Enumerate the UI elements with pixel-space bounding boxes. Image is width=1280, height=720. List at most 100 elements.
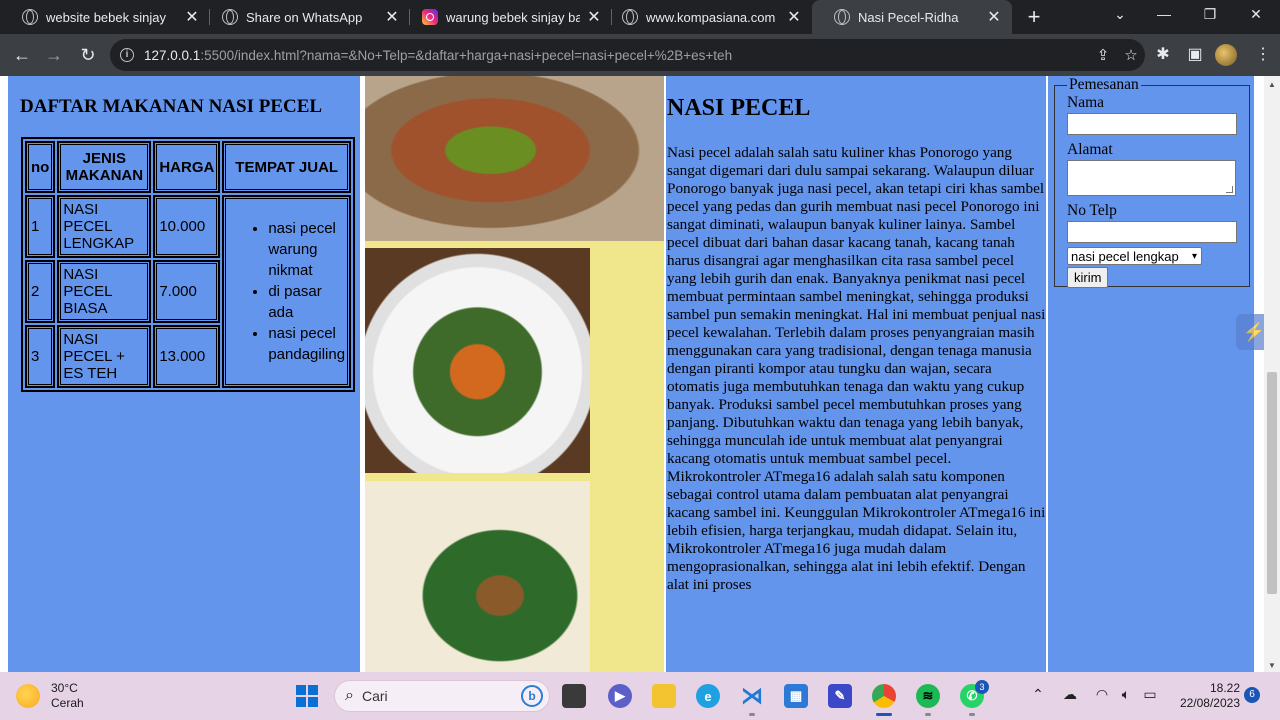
forward-icon[interactable]: → — [42, 44, 66, 68]
menu-kebab-icon[interactable]: ⋮ — [1252, 44, 1274, 64]
bookmark-star-icon[interactable]: ☆ — [1117, 46, 1145, 64]
close-icon[interactable]: ✕ — [786, 7, 802, 27]
tab-search-icon[interactable]: ⌄ — [1108, 6, 1132, 23]
phone-label: No Telp — [1067, 202, 1117, 219]
tab-share-on-whatsapp[interactable]: Share on WhatsApp ✕ — [200, 0, 410, 34]
photos-column — [365, 76, 664, 672]
column-header: HARGA — [153, 141, 221, 193]
page-scrollbar[interactable]: ▲ ▼ — [1264, 76, 1280, 672]
vscode-icon[interactable]: ⋊ — [740, 683, 764, 708]
submit-button[interactable]: kirim — [1067, 267, 1109, 288]
url-text[interactable]: 127.0.0.1:5500/index.html?nama=&No+Telp=… — [144, 48, 1089, 63]
food-name: NASI PECEL BIASA — [57, 260, 152, 323]
temperature: 30°C — [51, 681, 78, 695]
profile-avatar[interactable] — [1215, 44, 1237, 66]
name-label: Nama — [1067, 94, 1105, 111]
menu-table: no JENIS MAKANAN HARGA TEMPAT JUAL 1 NAS… — [21, 137, 356, 392]
column-header: JENIS MAKANAN — [57, 141, 152, 193]
wifi-icon[interactable]: ◠ — [1092, 686, 1112, 703]
phone-field[interactable] — [1067, 221, 1237, 243]
menu-select[interactable]: nasi pecel lengkap ▾ — [1067, 247, 1202, 265]
scroll-up-icon[interactable]: ▲ — [1264, 80, 1280, 89]
food-photo — [365, 481, 590, 672]
address-label: Alamat — [1067, 141, 1113, 158]
clock-time: 18.22 — [1209, 681, 1240, 695]
chrome-icon[interactable] — [872, 684, 896, 708]
whatsapp-badge: 3 — [975, 680, 989, 694]
order-form: Pemesanan Nama Alamat No Telp nasi pecel… — [1054, 76, 1250, 288]
food-price: 13.000 — [153, 325, 221, 388]
table-row: 1 NASI PECEL LENGKAP 10.000 nasi pecel w… — [25, 195, 352, 388]
bing-icon[interactable]: b — [521, 685, 543, 707]
onedrive-icon[interactable]: ☁ — [1060, 686, 1080, 703]
close-icon[interactable]: ✕ — [986, 7, 1002, 27]
globe-icon — [622, 9, 638, 25]
restore-icon[interactable]: ❐ — [1198, 6, 1222, 23]
side-panel-icon[interactable]: ▣ — [1184, 44, 1206, 64]
menu-title: DAFTAR MAKANAN NASI PECEL — [20, 96, 323, 117]
browser-toolbar: ← → ↻ i 127.0.0.1:5500/index.html?nama=&… — [0, 34, 1280, 76]
food-name: NASI PECEL LENGKAP — [57, 195, 152, 258]
edge-icon[interactable]: e — [696, 684, 720, 708]
column-header: TEMPAT JUAL — [222, 141, 352, 193]
taskbar-search[interactable]: ⌕ Cari b — [334, 680, 550, 712]
back-icon[interactable]: ← — [10, 44, 34, 68]
food-name: NASI PECEL + ES TEH — [57, 325, 152, 388]
site-info-icon[interactable]: i — [120, 48, 134, 62]
tab-kompasiana[interactable]: www.kompasiana.com ✕ — [600, 0, 812, 34]
column-header: no — [25, 141, 56, 193]
new-tab-button[interactable]: + — [1022, 4, 1046, 30]
select-value: nasi pecel lengkap — [1071, 248, 1179, 264]
row-number: 1 — [25, 195, 56, 258]
address-bar[interactable]: i 127.0.0.1:5500/index.html?nama=&No+Tel… — [110, 39, 1145, 71]
pen-app-icon[interactable]: ✎ — [828, 684, 852, 708]
search-placeholder: Cari — [361, 688, 388, 704]
list-item: nasi pecel pandagiling — [268, 323, 345, 365]
share-icon[interactable]: ⇪ — [1089, 46, 1117, 64]
extensions-icon[interactable]: ✱ — [1152, 44, 1174, 64]
weather-condition: Cerah — [51, 696, 84, 710]
tab-title: Share on WhatsApp — [246, 9, 363, 25]
globe-icon — [22, 9, 38, 25]
list-item: di pasar ada — [268, 281, 345, 323]
list-item: nasi pecel warung nikmat — [268, 218, 345, 281]
form-legend: Pemesanan — [1069, 76, 1139, 93]
file-explorer-icon[interactable] — [652, 684, 676, 708]
volume-icon[interactable]: 🔈︎ — [1116, 686, 1136, 703]
scroll-down-icon[interactable]: ▼ — [1264, 661, 1280, 670]
task-view-icon[interactable] — [562, 684, 586, 708]
reload-icon[interactable]: ↻ — [76, 44, 100, 68]
sellers-cell: nasi pecel warung nikmat di pasar ada na… — [222, 195, 352, 388]
battery-icon[interactable]: ▭ — [1140, 686, 1160, 703]
tab-warung-bebek-sinjay[interactable]: warung bebek sinjay banc ✕ — [400, 0, 612, 34]
extension-floating-icon[interactable]: ⚡ — [1236, 314, 1264, 350]
notification-badge[interactable]: 6 — [1244, 687, 1260, 703]
food-price: 10.000 — [153, 195, 221, 258]
menu-column: DAFTAR MAKANAN NASI PECEL no JENIS MAKAN… — [8, 76, 360, 672]
close-window-icon[interactable]: ✕ — [1244, 6, 1268, 23]
store-icon[interactable]: ▦ — [784, 684, 808, 708]
tab-nasi-pecel-ridha[interactable]: Nasi Pecel-Ridha ✕ — [812, 0, 1012, 34]
article-body: Nasi pecel adalah salah satu kuliner kha… — [667, 144, 1046, 593]
chevron-down-icon: ▾ — [1191, 250, 1197, 262]
spotify-icon[interactable]: ≋ — [916, 684, 940, 708]
teams-icon[interactable]: ▶ — [608, 684, 632, 708]
address-field[interactable] — [1067, 160, 1236, 196]
tray-chevron-up-icon[interactable]: ⌃ — [1028, 686, 1048, 703]
article-column: NASI PECEL Nasi pecel adalah salah satu … — [666, 76, 1046, 672]
order-column: Pemesanan Nama Alamat No Telp nasi pecel… — [1048, 76, 1254, 672]
weather-widget[interactable]: 30°C Cerah — [16, 681, 84, 711]
sellers-list: nasi pecel warung nikmat di pasar ada na… — [228, 218, 345, 365]
windows-logo-icon — [296, 685, 318, 707]
start-button[interactable] — [295, 684, 319, 708]
minimize-icon[interactable]: — — [1152, 6, 1176, 22]
weather-sun-icon — [16, 684, 40, 708]
food-photo — [365, 76, 664, 241]
scrollbar-thumb[interactable] — [1267, 372, 1277, 594]
system-clock[interactable]: 18.22 22/08/2023 — [1170, 681, 1240, 711]
close-icon[interactable]: ✕ — [384, 7, 400, 27]
name-field[interactable] — [1067, 113, 1237, 135]
tab-website-bebek-sinjay[interactable]: website bebek sinjay ✕ — [0, 0, 210, 34]
close-icon[interactable]: ✕ — [184, 7, 200, 27]
food-price: 7.000 — [153, 260, 221, 323]
